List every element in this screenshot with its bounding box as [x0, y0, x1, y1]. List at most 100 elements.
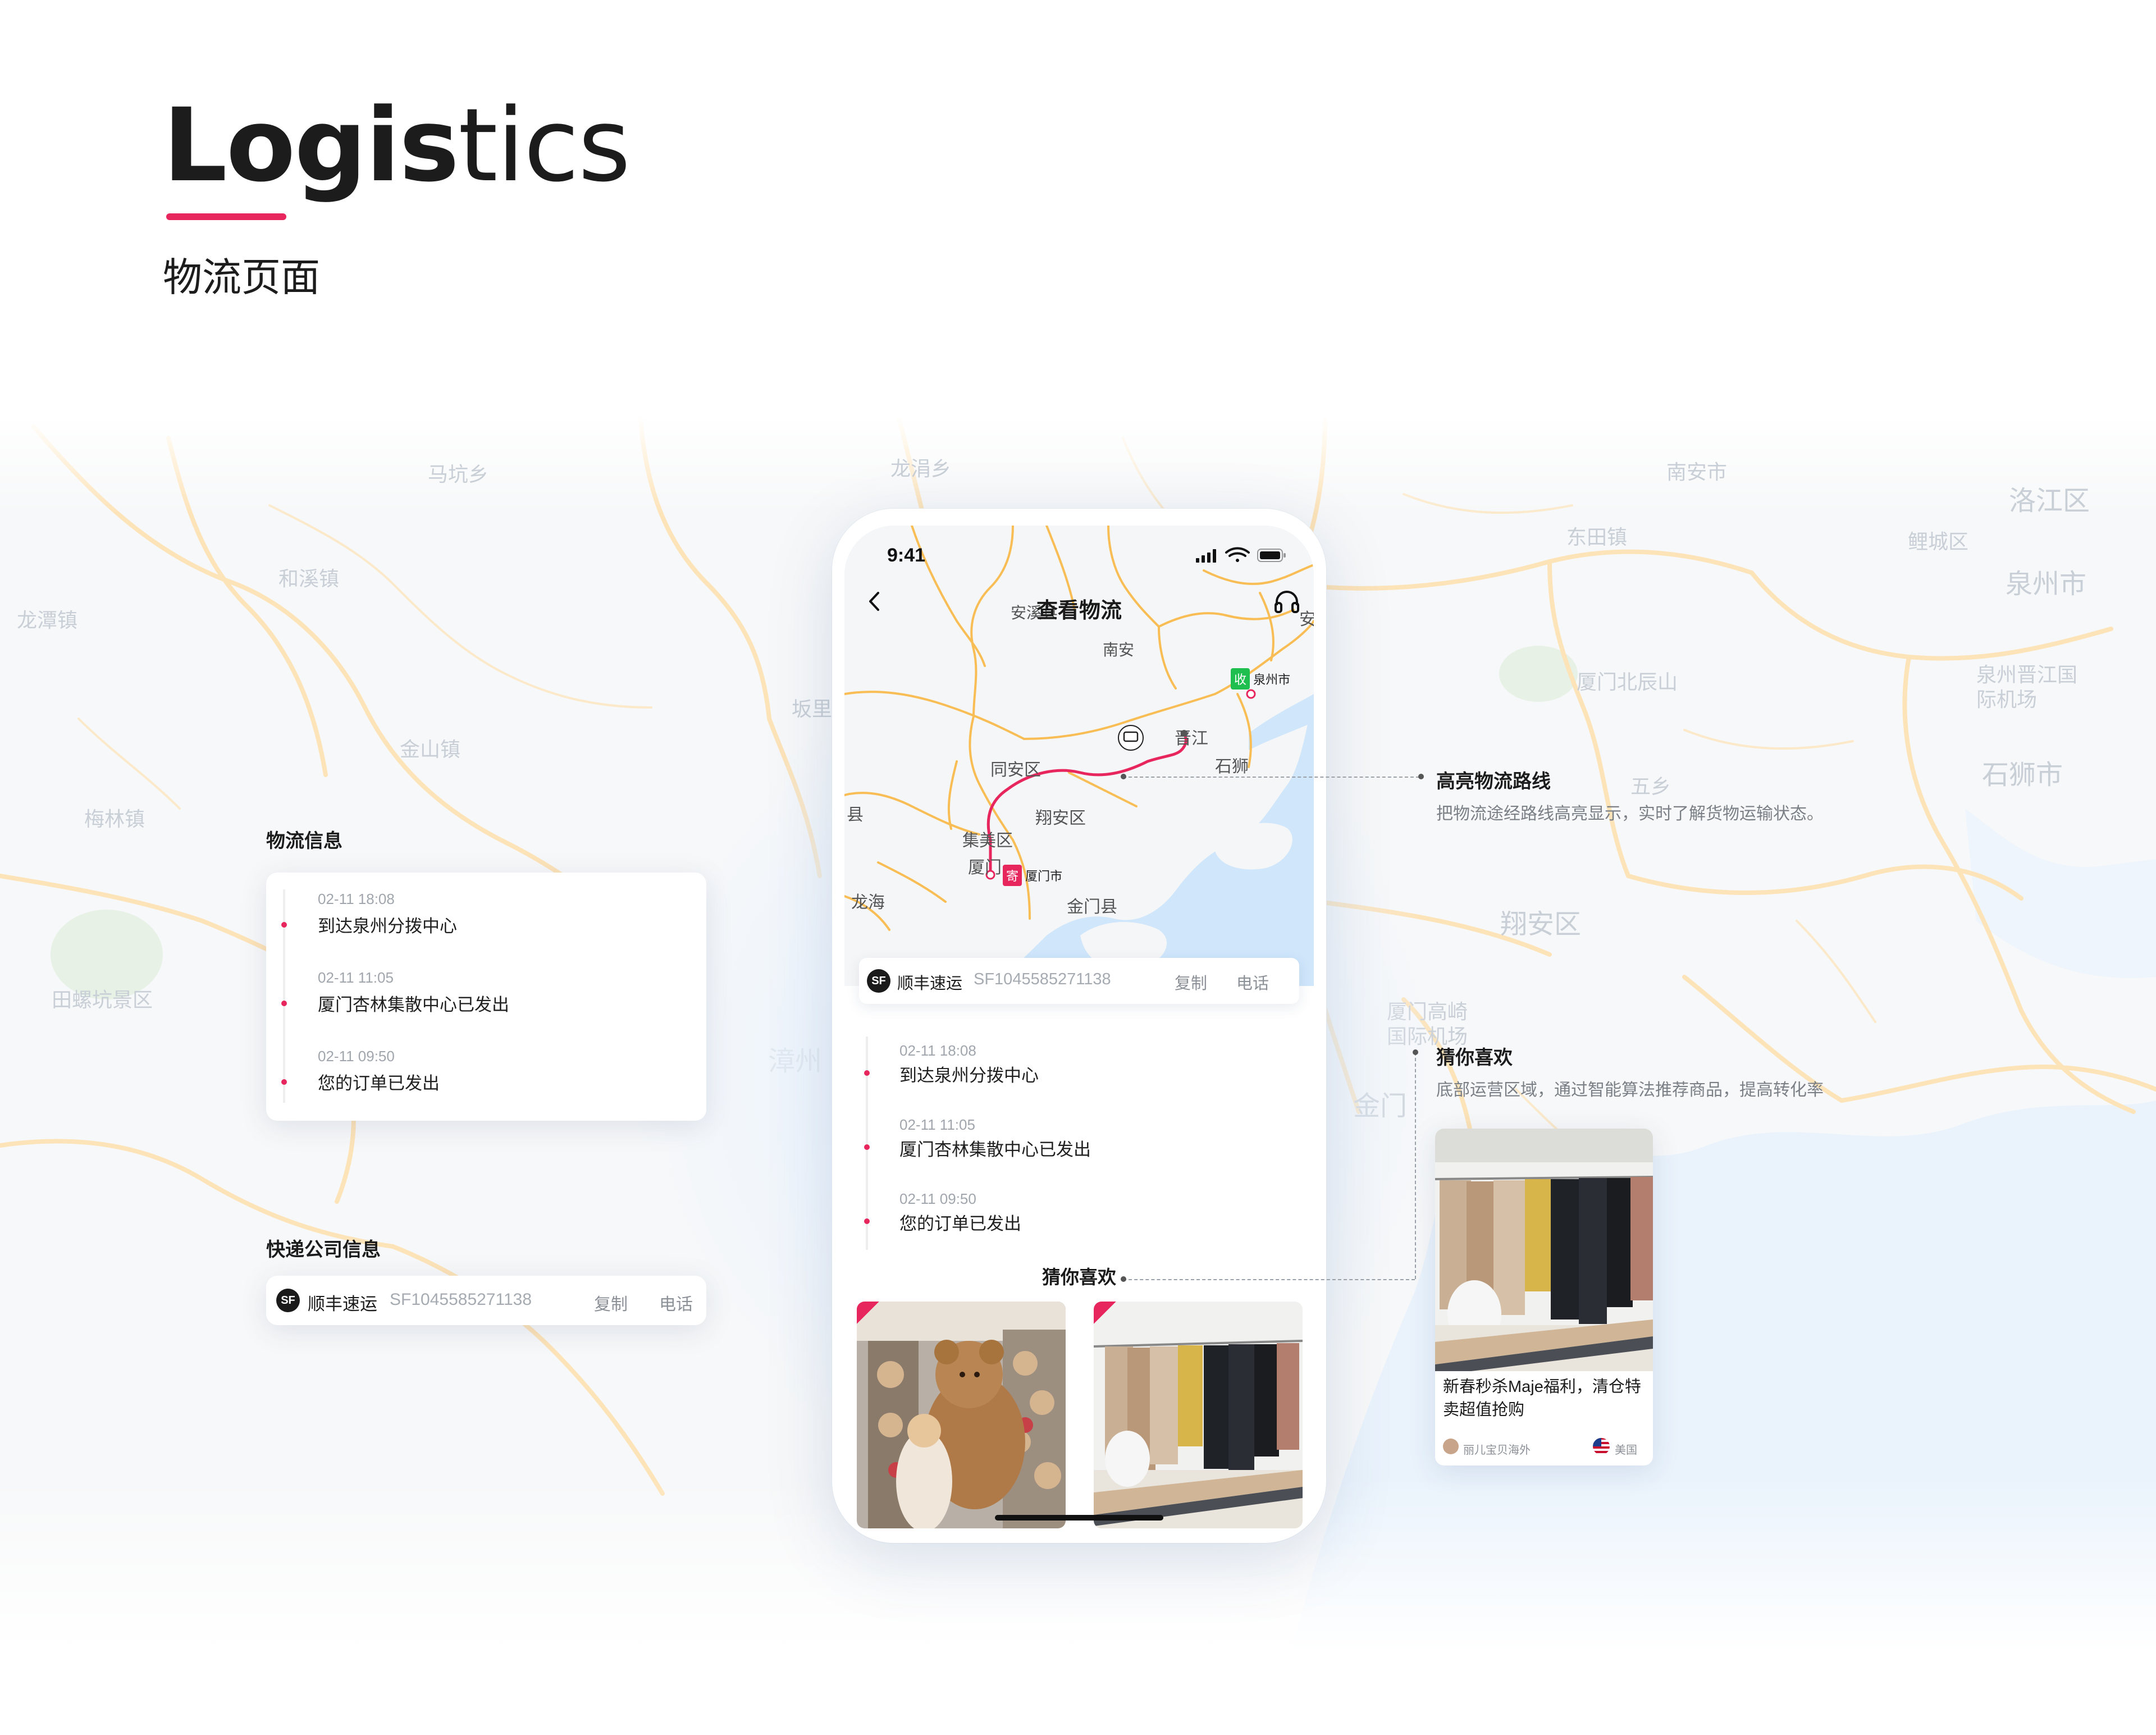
copy-button[interactable]: 复制 — [1175, 970, 1207, 994]
headset-icon[interactable] — [1271, 586, 1303, 618]
status-time: 9:41 — [887, 545, 926, 566]
phone-courier-bar: SF 顺丰速运 SF1045585271138 复制 电话 — [859, 958, 1299, 1004]
send-badge: 寄 — [1003, 865, 1022, 886]
phone-map-label: 金门县 — [1067, 898, 1117, 916]
timeline-text: 您的订单已发出 — [318, 1074, 440, 1093]
timeline-dot — [864, 1218, 870, 1224]
sf-logo-icon: SF — [276, 1289, 300, 1312]
product-card-image — [1435, 1129, 1653, 1371]
page-title: Logistics — [163, 95, 631, 197]
map-label: 五乡 — [1630, 775, 1671, 798]
guess-annotation-title: 猜你喜欢 — [1436, 1047, 1513, 1069]
phone-map-label: 厦门 — [968, 859, 1002, 877]
map-label: 石狮市 — [1982, 760, 2063, 790]
timeline-dot — [864, 1144, 870, 1150]
shop-name: 丽儿宝贝海外 — [1463, 1444, 1531, 1457]
guess-you-like-label: 猜你喜欢 — [1042, 1267, 1116, 1287]
timeline-text: 到达泉州分拨中心 — [899, 1066, 1039, 1085]
route-annotation-desc: 把物流途经路线高亮显示，实时了解货物运输状态。 — [1436, 805, 1824, 823]
map-label: 南安市 — [1666, 460, 1728, 483]
sf-logo-icon: SF — [867, 969, 890, 993]
map-label: 和溪镇 — [278, 567, 340, 590]
shop-avatar — [1443, 1439, 1459, 1454]
receive-city: 泉州市 — [1253, 673, 1291, 687]
logistics-info-card: 02-11 18:08 到达泉州分拨中心 02-11 11:05 厦门杏林集散中… — [266, 873, 706, 1121]
guess-annotation-desc: 底部运营区域，通过智能算法推荐商品，提高转化率 — [1436, 1081, 1824, 1099]
call-button[interactable]: 电话 — [659, 1290, 693, 1315]
tracking-number: SF1045585271138 — [974, 970, 1111, 988]
product-card[interactable]: 新春秒杀Maje福利，清仓特卖超值抢购 丽儿宝贝海外 美国 — [1435, 1129, 1653, 1465]
guess-connector-line-v — [1415, 1052, 1416, 1279]
wifi-icon — [1225, 547, 1250, 562]
timeline-dot — [281, 1079, 287, 1085]
timeline-time: 02-11 18:08 — [899, 1042, 976, 1059]
timeline-time: 02-11 18:08 — [318, 891, 395, 907]
courier-info-label: 快递公司信息 — [266, 1239, 381, 1261]
copy-button[interactable]: 复制 — [594, 1290, 628, 1315]
timeline-dot — [281, 922, 287, 928]
map-label: 龙涓乡 — [890, 457, 952, 480]
map-label: 梅林镇 — [84, 807, 145, 830]
timeline-text: 到达泉州分拨中心 — [318, 916, 457, 936]
map-label: 泉州市 — [2006, 569, 2087, 599]
guess-connector-line-h — [1123, 1279, 1415, 1280]
product-origin: 美国 — [1615, 1444, 1637, 1457]
map-label: 马坑乡 — [428, 463, 489, 486]
courier-name: 顺丰速运 — [897, 975, 963, 993]
timeline-line — [866, 1037, 868, 1250]
product-image-toys[interactable] — [857, 1302, 1066, 1528]
map-label: 泉州晋江国际机场 — [1976, 663, 2078, 711]
timeline-time: 02-11 11:05 — [899, 1116, 975, 1133]
map-label: 鲤城区 — [1908, 530, 1969, 553]
timeline-line — [283, 889, 285, 1103]
timeline-time: 02-11 11:05 — [318, 969, 394, 986]
hot-tag-icon — [857, 1302, 879, 1324]
timeline-time: 02-11 09:50 — [899, 1190, 976, 1207]
status-icons — [1196, 547, 1286, 563]
courier-name: 顺丰速运 — [308, 1294, 377, 1314]
map-label: 洛江区 — [2009, 486, 2090, 516]
product-image-clothes[interactable] — [1094, 1302, 1303, 1528]
title-underline — [166, 213, 286, 220]
connector-dot — [1121, 774, 1126, 779]
map-label: 田螺坑景区 — [52, 988, 153, 1011]
battery-icon — [1257, 549, 1286, 562]
timeline-text: 厦门杏林集散中心已发出 — [899, 1140, 1091, 1159]
map-label: 龙潭镇 — [17, 609, 78, 632]
map-label: 坂里 — [792, 697, 833, 720]
phone-map-label: 翔安区 — [1035, 809, 1086, 828]
send-city: 厦门市 — [1025, 869, 1063, 883]
map-label: 东田镇 — [1566, 526, 1628, 549]
signal-icon — [1196, 549, 1216, 563]
phone-map-label: 县 — [847, 806, 864, 824]
call-button[interactable]: 电话 — [1236, 970, 1269, 994]
connector-dot — [1418, 774, 1424, 779]
logistics-info-label: 物流信息 — [266, 830, 342, 852]
courier-info-card: SF 顺丰速运 SF1045585271138 复制 电话 — [266, 1276, 706, 1325]
timeline-time: 02-11 09:50 — [318, 1048, 395, 1065]
timeline-dot — [864, 1070, 870, 1076]
home-indicator — [995, 1515, 1163, 1521]
truck-marker-icon — [1118, 725, 1144, 751]
phone-map-label: 石狮 — [1215, 757, 1249, 776]
map-label: 金山镇 — [400, 738, 461, 761]
page-title-light: tics — [458, 87, 631, 204]
page-title-bold: Logis — [163, 87, 459, 204]
send-pin: 寄 厦门市 — [1003, 865, 1062, 886]
phone-map-label: 龙海 — [851, 893, 885, 912]
phone-map-label: 南安 — [1103, 641, 1135, 659]
route-annotation-title: 高亮物流路线 — [1436, 771, 1551, 792]
timeline-text: 您的订单已发出 — [899, 1214, 1021, 1234]
receive-badge: 收 — [1231, 668, 1250, 690]
phone-mockup: 安溪县 南安 晋江 石狮 同安区 翔安区 集美区 厦门 龙海 金门县 县 安 收… — [832, 509, 1326, 1543]
hot-tag-icon — [1094, 1302, 1116, 1324]
timeline-text: 厦门杏林集散中心已发出 — [318, 995, 509, 1015]
connector-dot — [1413, 1049, 1418, 1055]
connector-dot — [1121, 1276, 1126, 1282]
product-card-title: 新春秒杀Maje福利，清仓特卖超值抢购 — [1443, 1378, 1641, 1419]
map-label: 翔安区 — [1500, 910, 1582, 939]
timeline-dot — [281, 1001, 287, 1006]
map-label: 厦门北辰山 — [1577, 670, 1678, 693]
receive-pin: 收 泉州市 — [1231, 668, 1290, 690]
phone-map-label: 晋江 — [1175, 729, 1208, 748]
